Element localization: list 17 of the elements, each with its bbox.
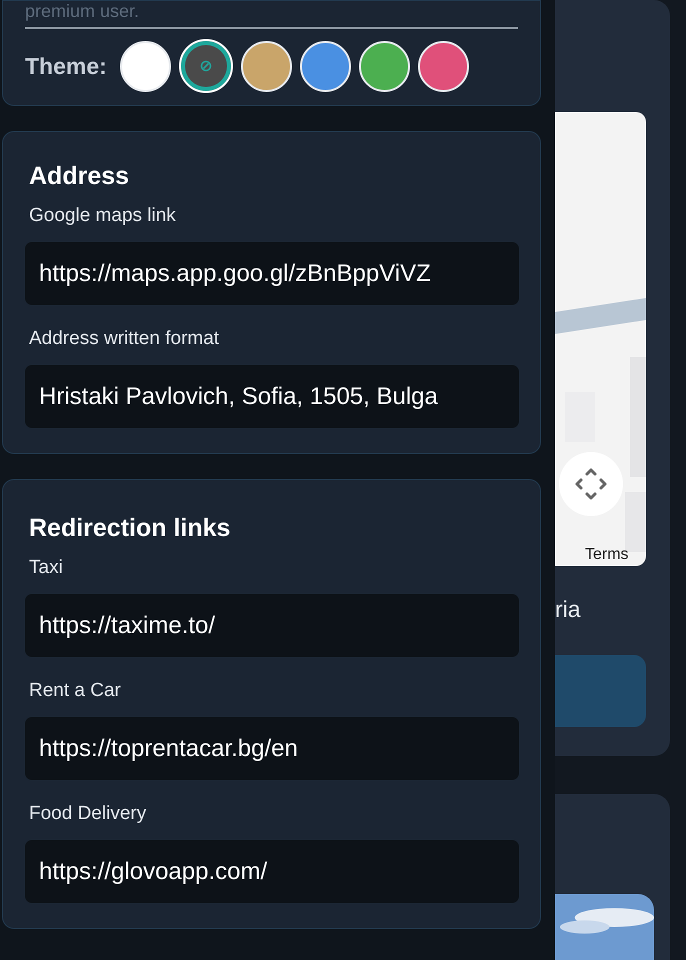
input-field[interactable]: Hristaki Pavlovich, Sofia, 1505, Bulga	[24, 364, 520, 429]
field-label: Rent a Car	[29, 680, 122, 702]
map-terms-link[interactable]: Terms	[585, 546, 629, 564]
input-field[interactable]: https://maps.app.goo.gl/zBnBppViVZ	[24, 241, 520, 306]
note-text: premium user.	[25, 1, 140, 21]
field-label: Address written format	[29, 328, 220, 350]
field-label: Food Delivery	[29, 803, 148, 825]
field-label: Taxi	[29, 557, 64, 579]
section-title: Redirection links	[29, 514, 232, 543]
input-field[interactable]: https://toprentacar.bg/en	[24, 716, 520, 781]
field-label: Google maps link	[29, 205, 177, 227]
input-field[interactable]: https://glovoapp.com/	[24, 839, 520, 904]
input-field[interactable]: https://taxime.to/	[24, 593, 520, 658]
section-title: Address	[29, 162, 130, 191]
theme-label: Theme:	[25, 52, 107, 80]
address-text: ria	[555, 596, 582, 623]
selected-icon	[200, 60, 212, 72]
